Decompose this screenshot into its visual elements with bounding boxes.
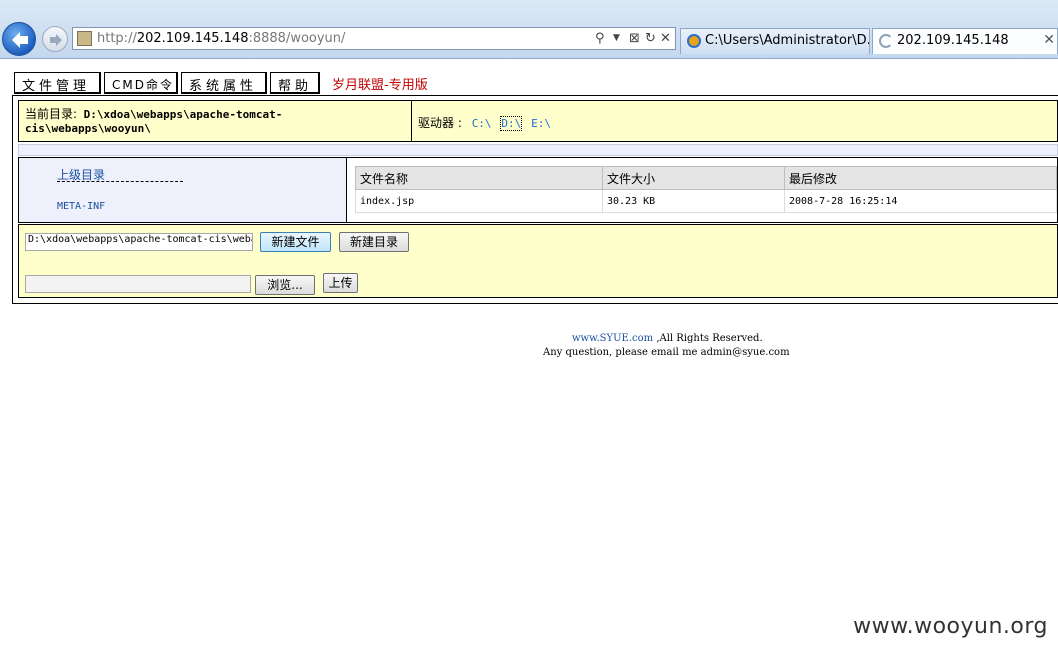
address-bar[interactable]: http://202.109.145.148:8888/wooyun/ ⚲ ▼ … — [72, 27, 676, 50]
tab-label: 202.109.145.148 — [897, 33, 1009, 48]
file-modified: 2008-7-28 16:25:14 — [784, 189, 1057, 213]
current-directory-cell: 当前目录: D:\xdoa\webapps\apache-tomcat-cis\… — [19, 101, 412, 141]
file-size: 30.23 KB — [602, 189, 785, 213]
col-file-size: 文件大小 — [602, 166, 785, 190]
file-table: 文件名称 文件大小 最后修改 index.jsp 30.23 KB 2008-7… — [355, 166, 1057, 213]
ie-icon — [687, 34, 701, 48]
browse-button[interactable]: 浏览... — [255, 275, 315, 295]
tab-local-file[interactable]: C:\Users\Administrator\D... — [680, 28, 870, 54]
drive-label: 驱动器 : — [418, 116, 462, 130]
nav-cmd[interactable]: CMD命令 — [104, 72, 178, 94]
table-row: index.jsp 30.23 KB 2008-7-28 16:25:14 — [355, 189, 1057, 213]
drive-d-link[interactable]: D:\ — [500, 116, 523, 131]
brand-label: 岁月联盟-专用版 — [332, 78, 428, 93]
url-path: :8888/wooyun/ — [248, 31, 346, 46]
url-host: 202.109.145.148 — [136, 31, 249, 46]
footer-site-link[interactable]: www.SYUE.com — [572, 333, 653, 344]
file-browser-panel: 上级目录 META-INF 文件名称 文件大小 最后修改 index.jsp 3… — [18, 157, 1058, 223]
file-name-link[interactable]: index.jsp — [355, 189, 603, 213]
nav-file-manager[interactable]: 文件管理 — [14, 72, 101, 94]
footer-rights: ,All Rights Reserved. — [653, 333, 763, 344]
drive-list: 驱动器 : C:\ D:\ E:\ — [418, 114, 551, 131]
stop-icon[interactable]: ✕ — [660, 30, 671, 47]
action-panel: D:\xdoa\webapps\apache-tomcat-cis\webapp… — [18, 224, 1058, 298]
watermark: www.wooyun.org — [853, 614, 1048, 639]
upload-file-input[interactable] — [25, 275, 251, 293]
browser-chrome: http://202.109.145.148:8888/wooyun/ ⚲ ▼ … — [0, 0, 1058, 59]
current-directory-label: 当前目录: — [25, 107, 78, 121]
close-icon[interactable]: ✕ — [1043, 32, 1055, 48]
nav-system-properties[interactable]: 系统属性 — [181, 72, 267, 94]
directory-tree: 上级目录 META-INF — [19, 158, 347, 222]
new-file-button[interactable]: 新建文件 — [260, 232, 331, 252]
path-input[interactable]: D:\xdoa\webapps\apache-tomcat-cis\webapp… — [25, 233, 253, 251]
back-arrow-icon — [12, 32, 28, 48]
dashed-separator — [57, 181, 183, 182]
nav-help[interactable]: 帮助 — [270, 72, 320, 94]
forward-arrow-icon — [50, 34, 62, 46]
file-table-header: 文件名称 文件大小 最后修改 — [355, 166, 1057, 190]
url-scheme: http:// — [97, 31, 137, 46]
dropdown-icon[interactable]: ▼ — [613, 30, 620, 47]
tab-label: C:\Users\Administrator\D... — [705, 33, 870, 48]
divider-strip — [18, 144, 1058, 156]
search-icon[interactable]: ⚲ — [595, 30, 605, 47]
col-file-name: 文件名称 — [355, 166, 603, 190]
loading-icon — [879, 34, 893, 48]
footer-copyright: www.SYUE.com ,All Rights Reserved. — [572, 333, 763, 344]
footer-contact: Any question, please email me admin@syue… — [543, 347, 790, 358]
current-directory: 当前目录: D:\xdoa\webapps\apache-tomcat-cis\… — [25, 107, 325, 136]
back-button[interactable] — [2, 22, 36, 56]
tab-remote-host[interactable]: 202.109.145.148 ✕ — [872, 28, 1058, 54]
page-icon — [77, 31, 92, 46]
col-last-modified: 最后修改 — [784, 166, 1057, 190]
current-directory-bar: 当前目录: D:\xdoa\webapps\apache-tomcat-cis\… — [18, 100, 1058, 142]
refresh-icon[interactable]: ↻ — [645, 30, 656, 47]
url-text[interactable]: http://202.109.145.148:8888/wooyun/ — [97, 31, 345, 46]
folder-link-meta-inf[interactable]: META-INF — [57, 201, 105, 212]
drive-c-link[interactable]: C:\ — [472, 117, 492, 130]
upload-button[interactable]: 上传 — [323, 273, 358, 293]
drive-e-link[interactable]: E:\ — [531, 117, 551, 130]
compat-icon[interactable]: ⊠ — [629, 30, 640, 47]
page-content: 文件管理 CMD命令 系统属性 帮助 岁月联盟-专用版 当前目录: D:\xdo… — [0, 59, 1058, 653]
forward-button[interactable] — [42, 26, 68, 52]
new-directory-button[interactable]: 新建目录 — [339, 232, 409, 252]
